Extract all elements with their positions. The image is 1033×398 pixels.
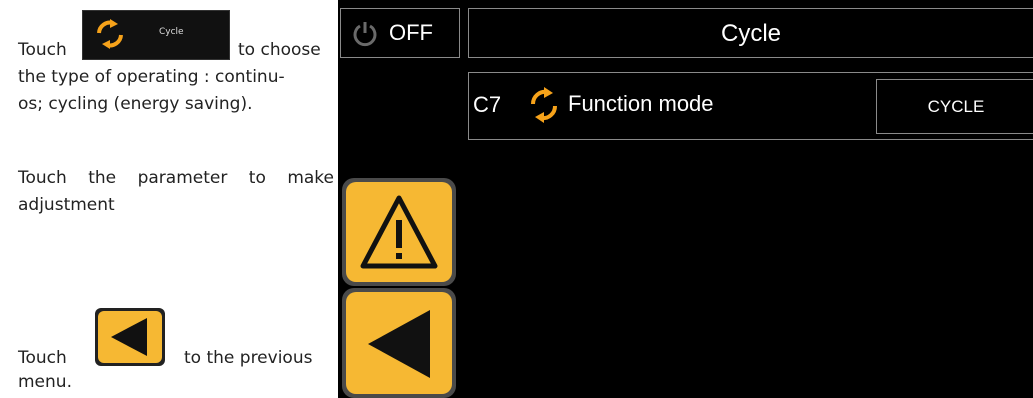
warning-button[interactable] (342, 178, 456, 286)
manual-touch-word-1: Touch (18, 40, 67, 60)
parameter-code: C7 (473, 92, 502, 117)
inline-cycle-button-image: Cycle (82, 10, 230, 60)
device-screen: OFF Cycle C7 Function mode CYCLE (338, 0, 1033, 398)
manual-text-panel: Touch Cycle to choose the type of operat… (0, 0, 338, 398)
manual-p1-line2: the type of operating : continu- (18, 67, 285, 87)
manual-p1-line3: os; cycling (energy saving). (18, 94, 253, 114)
parameter-row-c7[interactable]: C7 Function mode CYCLE (468, 72, 1033, 140)
cycle-arrows-icon (97, 19, 123, 49)
parameter-name: Function mode (568, 91, 714, 116)
power-off-button[interactable]: OFF (340, 8, 460, 58)
inline-cycle-label: Cycle (159, 27, 184, 37)
power-icon (353, 22, 377, 47)
back-arrow-icon (368, 310, 430, 378)
manual-p1-rest: to choose (238, 40, 321, 60)
manual-p3-rest: to the previous (184, 348, 313, 368)
parameter-value-button[interactable]: CYCLE (876, 79, 1033, 134)
manual-p2: Touch the parameter to make adjustment (18, 168, 334, 215)
page-title: Cycle (720, 20, 781, 47)
warning-triangle-icon (360, 195, 438, 269)
page-title-bar: Cycle (468, 8, 1033, 58)
power-off-label: OFF (389, 20, 433, 45)
inline-back-button-image (95, 308, 165, 366)
back-button[interactable] (342, 288, 456, 398)
back-arrow-icon (111, 318, 147, 356)
manual-touch-word-2: Touch (18, 348, 67, 368)
manual-p3-line2: menu. (18, 372, 72, 392)
parameter-value: CYCLE (927, 97, 985, 116)
cycle-arrows-icon (530, 87, 558, 123)
